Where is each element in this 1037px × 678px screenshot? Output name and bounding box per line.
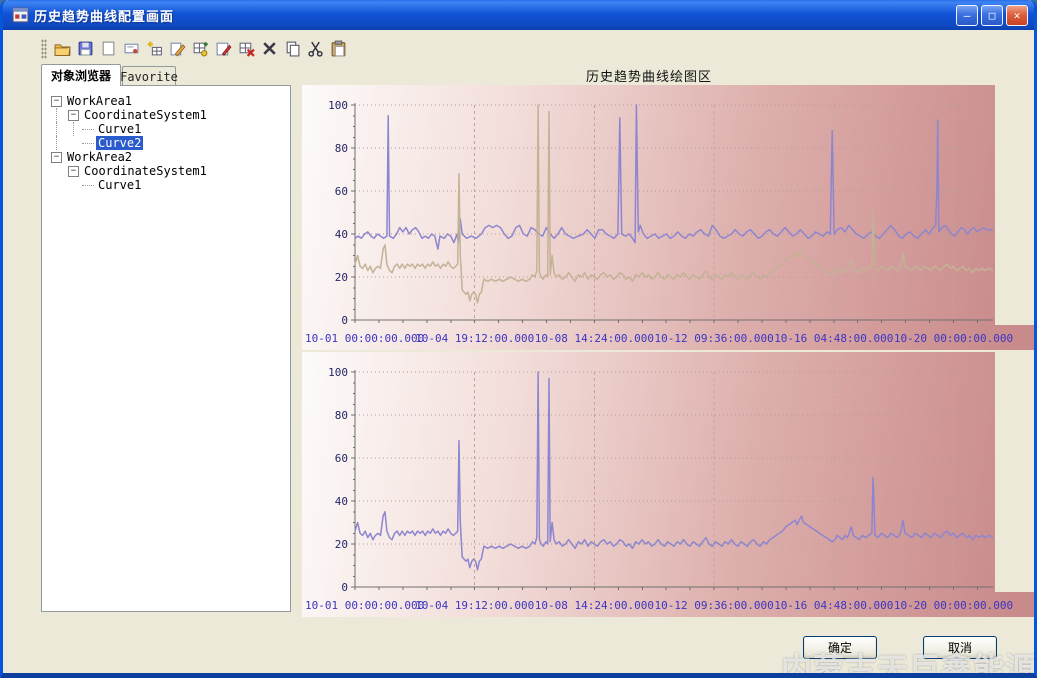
toolbar [41,35,350,62]
svg-text:10-12 09:36:00.000: 10-12 09:36:00.000 [654,332,773,345]
trend-chart-top: 100 80 60 40 20 0 10-01 00:00:00.00010-04 19:1… [302,85,1036,350]
tree-guide [48,164,65,178]
tree-item-workarea2[interactable]: −WorkArea2 [48,150,288,164]
svg-text:60: 60 [335,452,348,465]
svg-text:60: 60 [335,185,348,198]
tree-item-label[interactable]: CoordinateSystem1 [82,164,209,178]
title-bar: 历史趋势曲线配置画面 — □ ✕ [3,0,1034,30]
svg-text:10-12 09:36:00.000: 10-12 09:36:00.000 [654,599,773,612]
tree-expander-icon[interactable]: − [65,108,82,122]
tree-expander-icon[interactable]: − [48,150,65,164]
tree-item-label[interactable]: WorkArea2 [65,150,134,164]
tree-guide [48,122,65,136]
tree-expander-icon[interactable]: − [65,164,82,178]
tree-item-coordinatesystem1[interactable]: −CoordinateSystem1 [48,108,288,122]
tree-guide [48,108,65,122]
tree-guide [48,178,65,192]
svg-text:10-04 19:12:00.000: 10-04 19:12:00.000 [415,599,534,612]
tree-connector [82,122,96,136]
tab-object-browser[interactable]: 对象浏览器 [41,64,121,86]
add-table-icon [192,40,209,57]
tab-favorite[interactable]: Favorite [122,66,176,86]
add-cell-icon [146,40,163,57]
tree-connector [82,136,96,150]
window-title: 历史趋势曲线配置画面 [34,6,174,25]
open-folder-button[interactable] [51,37,74,61]
new-page-button[interactable] [97,37,120,61]
app-icon [12,7,29,24]
tree-item-workarea1[interactable]: −WorkArea1 [48,94,288,108]
tree-guide [48,136,65,150]
svg-text:10-08 14:24:00.000: 10-08 14:24:00.000 [535,332,654,345]
minimize-button[interactable]: — [956,5,978,26]
add-table-button[interactable] [189,37,212,61]
svg-text:0: 0 [341,581,348,594]
maximize-button[interactable]: □ [981,5,1003,26]
chart-area-title: 历史趋势曲线绘图区 [302,66,996,85]
svg-text:10-04 19:12:00.000: 10-04 19:12:00.000 [415,332,534,345]
delete-x-icon [261,40,278,57]
open-folder-icon [54,40,71,57]
tree-item-label[interactable]: Curve2 [96,136,143,150]
svg-text:100: 100 [328,99,348,112]
svg-text:80: 80 [335,409,348,422]
tree-item-curve1[interactable]: Curve1 [48,122,288,136]
delete-table-icon [238,40,255,57]
toolbar-grip[interactable] [41,39,47,59]
paste-icon [330,40,347,57]
tree-connector [82,178,96,192]
svg-text:80: 80 [335,142,348,155]
edit-form-button[interactable] [212,37,235,61]
edit-pencil-button[interactable] [166,37,189,61]
svg-text:10-08 14:24:00.000: 10-08 14:24:00.000 [535,599,654,612]
tree-guide [65,136,82,150]
tree-item-label[interactable]: CoordinateSystem1 [82,108,209,122]
svg-text:100: 100 [328,366,348,379]
rename-box-icon [123,40,140,57]
delete-table-button[interactable] [235,37,258,61]
close-button[interactable]: ✕ [1006,5,1028,26]
trend-chart-bottom: 100 80 60 40 20 0 10-01 00:00:00.00010-04 19:1… [302,352,1036,617]
svg-text:10-16 04:48:00.000: 10-16 04:48:00.000 [774,599,893,612]
rename-box-button[interactable] [120,37,143,61]
svg-text:10-20 00:00:00.000: 10-20 00:00:00.000 [894,599,1013,612]
svg-text:20: 20 [335,538,348,551]
delete-x-button[interactable] [258,37,281,61]
tree-guide [65,178,82,192]
tree-guide [65,122,82,136]
save-button[interactable] [74,37,97,61]
tree-item-curve2[interactable]: Curve2 [48,136,288,150]
copy-icon [284,40,301,57]
save-icon [77,40,94,57]
svg-text:20: 20 [335,271,348,284]
object-tree-panel: −WorkArea1−CoordinateSystem1Curve1Curve2… [41,85,291,612]
tree-expander-icon[interactable]: − [48,94,65,108]
cut-scissors-icon [307,40,324,57]
app-window: 历史趋势曲线配置画面 — □ ✕ 对象浏览器 Favorite −WorkAre… [0,0,1037,678]
svg-text:40: 40 [335,495,348,508]
add-cell-button[interactable] [143,37,166,61]
svg-text:0: 0 [341,314,348,327]
tree-item-curve1[interactable]: Curve1 [48,178,288,192]
tree-item-coordinatesystem1[interactable]: −CoordinateSystem1 [48,164,288,178]
cut-scissors-button[interactable] [304,37,327,61]
svg-text:10-16 04:48:00.000: 10-16 04:48:00.000 [774,332,893,345]
svg-text:10-20 00:00:00.000: 10-20 00:00:00.000 [894,332,1013,345]
svg-text:10-01 00:00:00.000: 10-01 00:00:00.000 [305,599,424,612]
svg-text:40: 40 [335,228,348,241]
watermark-text: 内蒙古天巨鑫能源 [781,644,1037,678]
copy-button[interactable] [281,37,304,61]
tree-item-label[interactable]: Curve1 [96,178,143,192]
svg-text:10-01 00:00:00.000: 10-01 00:00:00.000 [305,332,424,345]
tree-item-label[interactable]: WorkArea1 [65,94,134,108]
tree-item-label[interactable]: Curve1 [96,122,143,136]
edit-pencil-icon [169,40,186,57]
edit-form-icon [215,40,232,57]
new-page-icon [100,40,117,57]
paste-button[interactable] [327,37,350,61]
